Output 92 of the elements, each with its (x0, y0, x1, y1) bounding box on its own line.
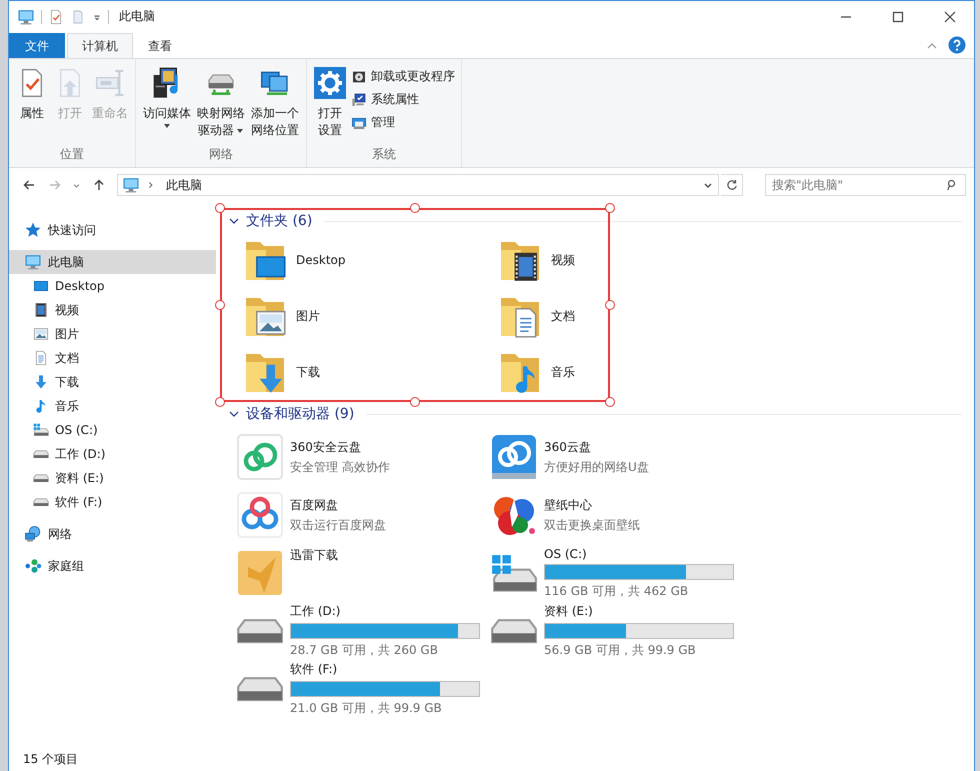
star-icon (24, 221, 42, 239)
drive-icon (33, 498, 49, 506)
monitor-icon (122, 176, 140, 194)
ribbon-tab[interactable]: 计算机 (67, 33, 133, 58)
refresh-icon (726, 179, 738, 191)
device-description: 方便好用的网络U盘 (544, 458, 649, 476)
disc-box-icon (351, 68, 367, 84)
address-field[interactable]: 此电脑 (116, 174, 720, 196)
film-icon (33, 302, 49, 318)
download-icon (33, 374, 49, 390)
desktop-icon (33, 278, 49, 294)
checked-page-icon[interactable] (48, 8, 64, 24)
homegroup-icon (24, 557, 42, 575)
group-label: 位置 (60, 146, 84, 163)
ribbon-button[interactable]: 访问媒体 (140, 63, 194, 134)
cloud-tile-icon (490, 433, 538, 481)
ribbon-button[interactable]: 属性 (13, 63, 51, 126)
document-icon (33, 350, 49, 366)
monitor-icon (17, 8, 35, 26)
maximize-icon (892, 10, 904, 22)
ribbon-button[interactable]: 系统属性 (349, 90, 457, 109)
free-space-text: 28.7 GB 可用，共 260 GB (290, 642, 439, 659)
settings-icon (314, 67, 346, 99)
folder-item[interactable]: 图片 (242, 288, 497, 344)
nav-item[interactable]: 图片 (9, 322, 216, 346)
device-name[interactable]: 壁纸中心 (544, 496, 640, 514)
device-name[interactable]: 工作 (D:) (290, 603, 480, 620)
group-label: 系统 (372, 146, 396, 163)
ribbon-tab[interactable]: 文件 (9, 33, 65, 58)
drive-icon (490, 618, 538, 644)
section-title: 设备和驱动器 (9) (246, 405, 354, 423)
windows-drive-icon (33, 423, 49, 437)
back-icon (22, 179, 35, 191)
nav-item[interactable]: 家庭组 (9, 554, 216, 578)
nav-item[interactable]: 下载 (9, 370, 216, 394)
device-name[interactable]: 资料 (E:) (544, 603, 734, 620)
free-space-text: 21.0 GB 可用，共 99.9 GB (290, 700, 443, 717)
device-name[interactable]: 百度网盘 (290, 496, 386, 514)
checked-monitor-icon (351, 92, 367, 108)
nav-item[interactable]: Desktop (9, 274, 216, 298)
nav-item[interactable]: 资料 (E:) (9, 466, 216, 490)
folder-item[interactable]: Desktop (242, 232, 497, 288)
window-title: 此电脑 (119, 8, 155, 25)
help-icon[interactable] (948, 36, 966, 54)
windows-drive-icon (490, 553, 538, 593)
ribbon-button[interactable]: 卸载或更改程序 (349, 67, 457, 86)
folder-item[interactable]: 音乐 (497, 344, 752, 400)
close-icon (944, 10, 956, 22)
ribbon-button[interactable]: 映射网络 驱动器 (194, 63, 248, 143)
monitor-icon (24, 253, 42, 271)
nav-item[interactable]: 软件 (F:) (9, 490, 216, 514)
device-description: 双击运行百度网盘 (290, 516, 386, 534)
folder-item[interactable]: 文档 (497, 288, 752, 344)
nav-item[interactable]: 音乐 (9, 394, 216, 418)
up-icon (92, 179, 105, 191)
nav-item[interactable]: OS (C:) (9, 418, 216, 442)
search-field[interactable]: 搜索"此电脑" (765, 174, 966, 196)
section-title: 文件夹 (6) (246, 212, 312, 230)
nav-item[interactable]: 视频 (9, 298, 216, 322)
cloud-app-icon (236, 433, 284, 481)
device-description: 双击更换桌面壁纸 (544, 516, 640, 534)
network-icon (24, 525, 42, 543)
drive-icon (236, 618, 284, 644)
nav-item[interactable]: 快速访问 (9, 218, 216, 242)
device-name[interactable]: 360云盘 (544, 438, 649, 456)
free-space-text: 56.9 GB 可用，共 99.9 GB (544, 642, 697, 659)
refresh-button[interactable] (721, 174, 744, 196)
drive-icon (33, 474, 49, 482)
rings-app-icon (236, 491, 284, 539)
group-label: 网络 (209, 146, 233, 163)
device-name[interactable]: 迅雷下载 (290, 547, 338, 564)
device-name[interactable]: 360安全云盘 (290, 438, 390, 456)
drive-icon (236, 676, 284, 702)
drive-icon (33, 450, 49, 458)
ribbon-button[interactable]: 管理 (349, 113, 457, 132)
device-description: 安全管理 高效协作 (290, 458, 390, 476)
nav-item[interactable]: 网络 (9, 522, 216, 546)
picture-icon (33, 326, 49, 342)
nav-item[interactable]: 文档 (9, 346, 216, 370)
bird-app-icon (236, 549, 284, 597)
free-space-text: 116 GB 可用，共 462 GB (544, 582, 690, 600)
nav-item[interactable]: 工作 (D:) (9, 442, 216, 466)
folder-item[interactable]: 下载 (242, 344, 497, 400)
forward-icon (48, 179, 61, 191)
device-name[interactable]: OS (C:) (544, 546, 734, 560)
ribbon-button[interactable]: 打开 设置 (311, 63, 349, 143)
folder-item[interactable]: 视频 (497, 232, 752, 288)
device-name[interactable]: 软件 (F:) (290, 661, 480, 678)
nav-item[interactable]: 此电脑 (9, 250, 216, 274)
ribbon-button[interactable]: 添加一个 网络位置 (248, 63, 302, 143)
text-cursor-icon (94, 67, 126, 99)
status-text: 15 个项目 (23, 750, 78, 768)
